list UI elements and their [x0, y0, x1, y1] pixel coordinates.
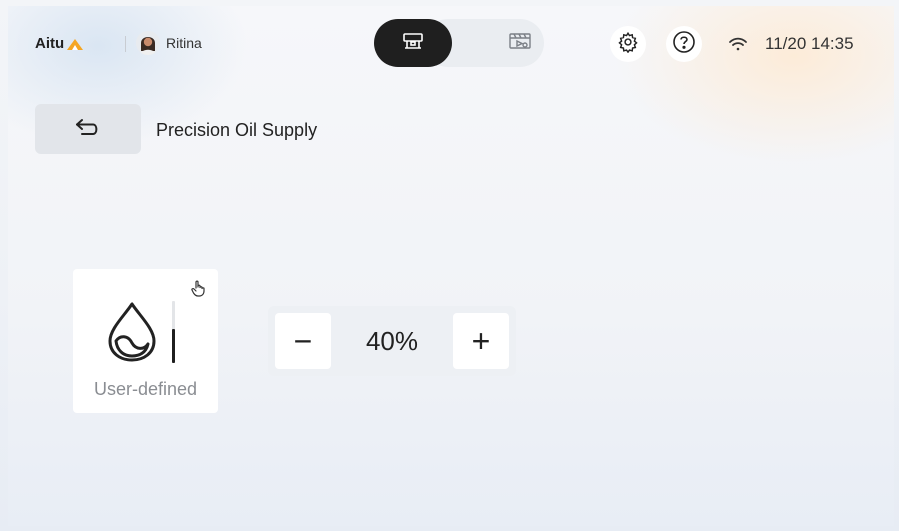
wifi-icon: [728, 36, 748, 52]
mode-video-button[interactable]: [490, 19, 550, 67]
app-frame: Aitu Ritina 11/20 14:35 Precision Oil Su…: [8, 6, 894, 526]
mode-machine-button[interactable]: [374, 19, 452, 67]
machine-icon: [402, 31, 424, 56]
gear-icon: [617, 31, 639, 58]
back-arrow-icon: [74, 117, 102, 142]
increase-button[interactable]: +: [453, 313, 509, 369]
top-bar: Aitu Ritina 11/20 14:35: [8, 6, 894, 82]
oil-drop-icon: [106, 301, 158, 363]
oil-level-bar: [172, 301, 175, 363]
oil-quantity-stepper: − 40% +: [268, 306, 516, 376]
mode-switch[interactable]: [374, 19, 544, 67]
page-title: Precision Oil Supply: [156, 120, 318, 140]
minus-icon: −: [293, 323, 313, 359]
oil-mode-label: User-defined: [93, 379, 198, 399]
oil-level-fill: [172, 328, 175, 363]
user-name[interactable]: Ritina: [166, 35, 202, 51]
video-monitor-icon: [508, 31, 532, 56]
datetime: 11/20 14:35: [765, 34, 854, 53]
header-divider: [125, 36, 126, 52]
help-icon: [672, 30, 696, 59]
settings-button[interactable]: [610, 26, 646, 62]
avatar[interactable]: [136, 31, 160, 55]
oil-mode-card[interactable]: User-defined: [73, 269, 218, 413]
aitu-logo-mark-icon: [66, 37, 84, 51]
back-button[interactable]: [35, 104, 141, 154]
oil-percent-value: 40%: [365, 326, 419, 356]
decrease-button[interactable]: −: [275, 313, 331, 369]
logo-text: Aitu: [35, 35, 65, 52]
hand-touch-icon: [190, 279, 206, 297]
app-logo: Aitu: [35, 35, 84, 52]
plus-icon: +: [471, 323, 491, 359]
help-button[interactable]: [666, 26, 702, 62]
